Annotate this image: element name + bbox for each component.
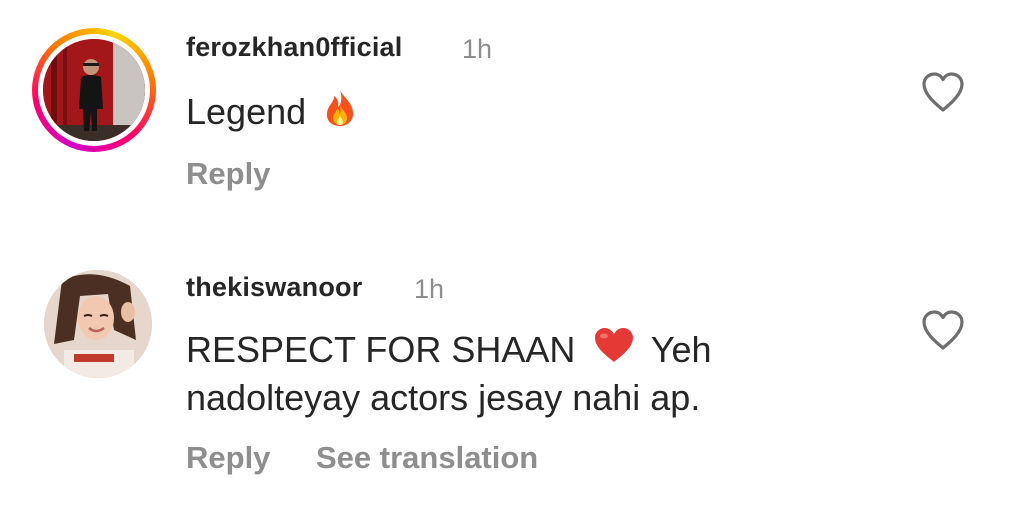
comment-text-continued: Yeh (650, 329, 712, 370)
avatar[interactable] (44, 270, 152, 378)
avatar-photo (44, 270, 152, 378)
comment-text-line-2: nadolteyay actors jesay nahi ap. (186, 377, 701, 418)
like-heart-icon[interactable] (920, 308, 966, 352)
comment-text-content: RESPECT FOR SHAAN (186, 329, 576, 370)
see-translation-link[interactable]: See translation (316, 440, 538, 476)
story-ring[interactable] (32, 28, 156, 152)
comment-text-content: Legend (186, 91, 307, 132)
avatar-photo (43, 39, 145, 141)
comment-username[interactable]: ferozkhan0fficial (186, 32, 402, 63)
like-heart-icon[interactable] (920, 70, 966, 114)
fire-icon (322, 87, 358, 141)
avatar[interactable] (43, 39, 145, 141)
comment-text-line-1: RESPECT FOR SHAAN Yeh (186, 324, 712, 378)
comment-text: Legend (186, 86, 358, 141)
avatar-container[interactable] (44, 270, 152, 378)
comment-timestamp: 1h (462, 34, 493, 64)
comment-timestamp: 1h (414, 274, 445, 304)
comment-item: ferozkhan0fficial 1h Legend Reply (0, 0, 1024, 240)
red-heart-icon (593, 326, 635, 378)
reply-button[interactable]: Reply (186, 440, 270, 476)
comment-username[interactable]: thekiswanoor (186, 272, 362, 303)
reply-button[interactable]: Reply (186, 156, 270, 192)
